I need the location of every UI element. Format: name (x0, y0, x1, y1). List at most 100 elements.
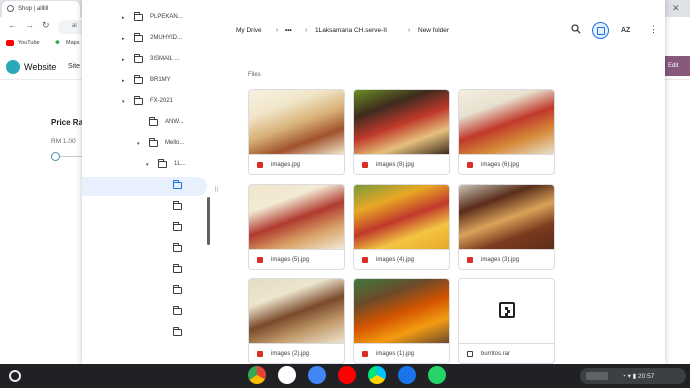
file-card[interactable]: images (6).jpg (458, 89, 555, 175)
breadcrumb-chevron-icon: › (305, 27, 308, 34)
file-name: images (5).jpg (271, 257, 310, 263)
image-file-icon (257, 351, 263, 357)
bookmark-youtube[interactable]: YouTube (18, 40, 40, 46)
file-card[interactable]: images (5).jpg (248, 184, 345, 270)
expand-arrow-right-icon[interactable]: ▸ (122, 57, 125, 63)
image-file-icon (362, 257, 368, 263)
file-picker-dialog: ▸ PLPEKAN... ▸ 2MUHYID... ▸ 3ISMAIL ... ▸ BR1MY… (82, 0, 665, 364)
close-window-icon[interactable]: ✕ (672, 3, 680, 14)
drag-handle-icon[interactable]: ⠿ (214, 186, 219, 194)
file-thumbnail (354, 185, 449, 249)
file-card[interactable]: images (8).jpg (353, 89, 450, 175)
search-icon[interactable] (571, 24, 581, 37)
folder-tree-item[interactable]: ANW... (82, 114, 207, 133)
launcher-icon[interactable] (9, 370, 21, 382)
folder-tree-label: 3ISMAIL ... (150, 56, 180, 62)
folder-icon (157, 159, 167, 168)
edit-button[interactable]: Edit (662, 56, 690, 76)
folder-tree-item[interactable]: ▸ BR1MY (82, 72, 207, 91)
site-nav-link[interactable]: Site (68, 63, 80, 70)
file-name: images (6).jpg (481, 162, 520, 168)
breadcrumb-more-button[interactable]: ••• (285, 27, 292, 34)
tote-icon (586, 372, 608, 381)
folder-tree-item[interactable] (82, 282, 207, 301)
file-thumbnail (354, 279, 449, 343)
expand-arrow-right-icon[interactable]: ▸ (122, 15, 125, 21)
file-thumbnail (249, 279, 344, 343)
file-card[interactable]: images (3).jpg (458, 184, 555, 270)
docs-icon[interactable] (308, 366, 326, 384)
breadcrumb-current-folder: New folder (418, 27, 450, 34)
folder-icon (172, 327, 182, 336)
image-file-icon (362, 351, 368, 357)
expand-arrow-down-icon[interactable]: ▾ (122, 99, 125, 105)
file-thumbnail (354, 90, 449, 154)
forward-icon[interactable]: → (25, 20, 34, 30)
folder-tree-item[interactable] (82, 177, 207, 196)
file-thumbnail (249, 90, 344, 154)
folder-icon (172, 285, 182, 294)
folder-tree-item[interactable]: ▾ FX-2021 (82, 93, 207, 112)
file-caption: images (5).jpg (249, 249, 344, 269)
folder-tree-item[interactable] (82, 198, 207, 217)
folder-tree-item[interactable] (82, 219, 207, 238)
expand-arrow-down-icon[interactable]: ▾ (137, 141, 140, 147)
file-caption: images (3).jpg (459, 249, 554, 269)
expand-arrow-right-icon[interactable]: ▸ (122, 78, 125, 84)
back-icon[interactable]: ← (8, 20, 17, 30)
breadcrumb-my-drive[interactable]: My Drive (236, 27, 262, 34)
file-name: images (3).jpg (481, 257, 520, 263)
folder-tree-item[interactable]: ▾ 1L... (82, 156, 207, 175)
file-card[interactable]: images (4).jpg (353, 184, 450, 270)
notification-icon: ◔ (621, 373, 626, 380)
file-card[interactable]: images (2).jpg (248, 278, 345, 364)
file-caption: images (6).jpg (459, 154, 554, 174)
folder-icon (133, 33, 143, 42)
file-card[interactable]: images.jpg (248, 89, 345, 175)
tab-favicon-icon (7, 5, 14, 12)
tree-scrollbar[interactable] (207, 197, 210, 245)
folder-tree-item[interactable]: ▸ 2MUHYID... (82, 30, 207, 49)
maps-bookmark-icon: ⬥ (55, 39, 60, 46)
file-name: images (1).jpg (376, 351, 415, 357)
youtube-icon[interactable] (338, 366, 356, 384)
sort-button[interactable]: AZ (621, 27, 630, 34)
folder-tree-item[interactable] (82, 240, 207, 259)
play-store-icon[interactable] (368, 366, 386, 384)
image-file-icon (257, 162, 263, 168)
folder-icon (172, 264, 182, 273)
folder-tree-item[interactable] (82, 324, 207, 343)
folder-tree-label: BR1MY (150, 77, 171, 83)
reload-icon[interactable]: ↻ (42, 20, 50, 31)
site-title[interactable]: Website (24, 62, 56, 72)
status-tray[interactable]: ◔ ▾ ▮ 20:57 (580, 368, 686, 384)
file-card[interactable]: images (1).jpg (353, 278, 450, 364)
folder-icon (133, 75, 143, 84)
folder-tree-item[interactable] (82, 303, 207, 322)
browser-tab[interactable]: Shop | allllll (2, 1, 80, 17)
edit-label: Edit (668, 63, 679, 69)
image-file-icon (257, 257, 263, 263)
expand-arrow-right-icon[interactable]: ▸ (122, 36, 125, 42)
files-section-label: Files (248, 72, 261, 78)
chrome-icon[interactable] (248, 366, 266, 384)
file-caption: images (2).jpg (249, 343, 344, 363)
folder-tree-item[interactable]: ▸ PLPEKAN... (82, 9, 207, 28)
expand-arrow-down-icon[interactable]: ▾ (146, 162, 149, 168)
folder-tree-item[interactable]: ▸ 3ISMAIL ... (82, 51, 207, 70)
file-card[interactable]: burritos.rar (458, 278, 555, 364)
more-options-icon[interactable]: ⋮ (649, 24, 658, 35)
whatsapp-icon[interactable] (428, 366, 446, 384)
price-min-value: RM 1.00 (51, 138, 76, 145)
grid-view-toggle-button[interactable] (592, 22, 609, 39)
bookmark-maps[interactable]: Maps (66, 40, 79, 46)
breadcrumb-parent-folder[interactable]: 1Laksamana CH.serve-II (315, 27, 387, 34)
price-slider-knob[interactable] (51, 152, 60, 161)
file-name: images.jpg (271, 162, 301, 168)
folder-tree-item[interactable] (82, 261, 207, 280)
folder-tree-item[interactable]: ▾ Mello... (82, 135, 207, 154)
wifi-icon: ▾ (627, 373, 631, 380)
files-icon[interactable] (398, 366, 416, 384)
gmail-icon[interactable] (278, 366, 296, 384)
folder-icon (172, 243, 182, 252)
